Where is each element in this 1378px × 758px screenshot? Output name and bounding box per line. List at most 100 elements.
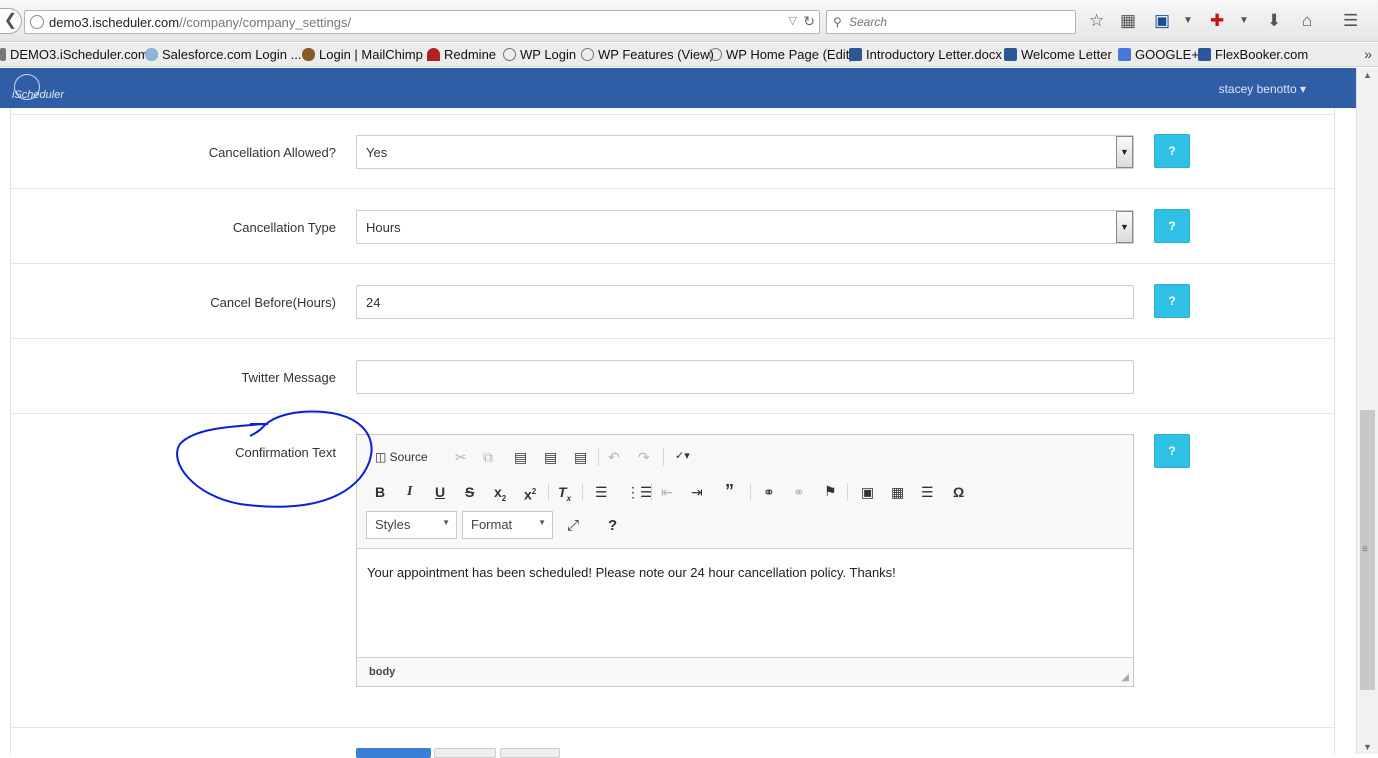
back-button[interactable]: ❮ <box>0 8 22 34</box>
search-bar[interactable]: ⚲ <box>826 10 1076 34</box>
bookmark-item[interactable]: FlexBooker.com <box>1198 47 1308 62</box>
paste-icon[interactable]: ▤ <box>514 448 527 466</box>
bookmark-item[interactable]: WP Login <box>503 47 576 62</box>
bookmark-item[interactable]: WP Features (View) <box>581 47 714 62</box>
subscript-icon[interactable]: x2 <box>494 483 506 508</box>
rich-text-editor: ◫ Source ✂ ⧉ ▤ ▤ ▤ ↶ ↷ ✓▾ B I U S x2 x2 … <box>356 434 1134 687</box>
toolbar-separator <box>598 448 599 466</box>
cancel-before-help-button[interactable]: ? <box>1154 284 1190 318</box>
secondary-button[interactable] <box>434 748 496 758</box>
page-scrollbar[interactable]: ▲ ≡ ▼ <box>1356 68 1378 754</box>
bookmark-item[interactable]: Redmine <box>427 47 496 62</box>
bookmark-item[interactable]: GOOGLE+ <box>1118 47 1199 62</box>
link-icon[interactable]: ⚭ <box>763 483 775 501</box>
remove-format-icon[interactable]: Tx <box>558 483 571 508</box>
toolbar-separator <box>651 483 652 501</box>
chevron-down-icon: ▼ <box>538 518 546 527</box>
bookmark-item[interactable]: Login | MailChimp <box>302 47 423 62</box>
secondary-button[interactable] <box>500 748 560 758</box>
cancellation-type-help-button[interactable]: ? <box>1154 209 1190 243</box>
browser-toolbar: ❮ demo3.ischeduler.com//company/company_… <box>0 0 1378 42</box>
redo-icon[interactable]: ↷ <box>638 448 650 466</box>
logo[interactable]: iScheduler <box>10 74 72 104</box>
superscript-icon[interactable]: x2 <box>524 483 536 504</box>
star-icon[interactable]: ☆ <box>1089 11 1104 31</box>
indent-icon[interactable]: ⇥ <box>691 483 703 501</box>
copy-icon[interactable]: ⧉ <box>483 448 493 466</box>
chevron-down-icon[interactable]: ▼ <box>1116 211 1133 243</box>
bookmark-item[interactable]: DEMO3.iScheduler.com <box>0 47 149 62</box>
special-char-icon[interactable]: Ω <box>953 483 964 501</box>
cancel-before-input[interactable]: 24 <box>356 285 1134 319</box>
chevron-down-icon[interactable]: ▼ <box>1239 11 1249 31</box>
bookmark-item[interactable]: Salesforce.com Login ... <box>145 47 301 62</box>
confirmation-text-help-button[interactable]: ? <box>1154 434 1190 468</box>
cut-icon[interactable]: ✂ <box>455 448 467 466</box>
user-menu[interactable]: stacey benotto ▾ <box>1219 82 1306 96</box>
reading-list-icon[interactable]: ▦ <box>1120 11 1136 31</box>
bold-icon[interactable]: B <box>375 483 385 501</box>
url-dropdown-icon[interactable]: ▽ <box>789 14 797 27</box>
twitter-message-input[interactable] <box>356 360 1134 394</box>
source-button[interactable]: ◫ Source <box>375 448 428 466</box>
italic-icon[interactable]: I <box>407 483 412 501</box>
paste-word-icon[interactable]: ▤ <box>574 448 587 466</box>
blockquote-icon[interactable]: ” <box>725 482 734 500</box>
image-icon[interactable]: ▣ <box>861 483 874 501</box>
chevron-down-icon: ▼ <box>442 518 450 527</box>
resize-handle-icon[interactable]: ◢ <box>1121 672 1129 683</box>
paste-text-icon[interactable]: ▤ <box>544 448 557 466</box>
underline-icon[interactable]: U <box>435 483 445 501</box>
chevron-down-icon[interactable]: ▼ <box>1183 11 1193 31</box>
globe-icon <box>30 15 44 29</box>
editor-content[interactable]: Your appointment has been scheduled! Ple… <box>357 549 1133 657</box>
help-icon[interactable]: ? <box>608 517 617 535</box>
strikethrough-icon[interactable]: S <box>465 483 474 501</box>
cancellation-allowed-select[interactable]: Yes ▼ <box>356 135 1134 169</box>
row-divider <box>10 114 1335 115</box>
cancellation-type-select[interactable]: Hours ▼ <box>356 210 1134 244</box>
save-button[interactable] <box>356 748 431 758</box>
menu-icon[interactable]: ☰ <box>1343 11 1358 31</box>
row-divider <box>10 263 1335 264</box>
search-icon: ⚲ <box>833 15 842 29</box>
word-doc-icon <box>1004 48 1017 61</box>
cancellation-type-label: Cancellation Type <box>232 220 336 235</box>
scroll-down-icon[interactable]: ▼ <box>1363 742 1372 752</box>
url-text: demo3.ischeduler.com//company/company_se… <box>49 15 352 30</box>
save-icon[interactable]: ▣ <box>1154 11 1170 31</box>
bookmark-item[interactable]: WP Home Page (Edit) <box>709 47 854 62</box>
row-divider <box>10 413 1335 414</box>
bookmark-item[interactable]: Welcome Letter <box>1004 47 1112 62</box>
cancellation-allowed-label: Cancellation Allowed? <box>208 145 336 160</box>
horizontal-rule-icon[interactable]: ☰ <box>921 483 934 501</box>
row-divider <box>10 338 1335 339</box>
url-bar[interactable]: demo3.ischeduler.com//company/company_se… <box>24 10 820 34</box>
chevron-down-icon[interactable]: ▼ <box>1116 136 1133 168</box>
mailchimp-icon <box>302 48 315 61</box>
numbered-list-icon[interactable]: ☰ <box>595 483 608 501</box>
anchor-flag-icon[interactable]: ⚑ <box>824 482 837 500</box>
wordpress-icon <box>709 48 722 61</box>
reload-icon[interactable]: ↻ <box>803 13 815 30</box>
bulleted-list-icon[interactable]: ⋮☰ <box>626 483 653 501</box>
addon-icon[interactable]: ✚ <box>1210 11 1224 31</box>
download-icon[interactable]: ⬇ <box>1267 11 1281 31</box>
cancellation-allowed-help-button[interactable]: ? <box>1154 134 1190 168</box>
flexbooker-icon <box>1198 48 1211 61</box>
styles-dropdown[interactable]: Styles ▼ <box>366 511 457 539</box>
undo-icon[interactable]: ↶ <box>608 448 620 466</box>
maximize-icon[interactable]: ⤢ <box>567 517 579 535</box>
spellcheck-icon[interactable]: ✓▾ <box>675 447 690 465</box>
home-icon[interactable]: ⌂ <box>1302 11 1312 31</box>
element-path[interactable]: body <box>369 666 395 678</box>
scroll-up-icon[interactable]: ▲ <box>1363 70 1372 80</box>
word-doc-icon <box>849 48 862 61</box>
bookmark-item[interactable]: Introductory Letter.docx <box>849 47 1002 62</box>
outdent-icon[interactable]: ⇤ <box>661 483 673 501</box>
table-icon[interactable]: ▦ <box>891 483 904 501</box>
search-input[interactable] <box>849 14 1069 30</box>
unlink-icon[interactable]: ⚭ <box>793 483 805 501</box>
bookmarks-overflow-icon[interactable]: » <box>1364 46 1372 62</box>
format-dropdown[interactable]: Format ▼ <box>462 511 553 539</box>
